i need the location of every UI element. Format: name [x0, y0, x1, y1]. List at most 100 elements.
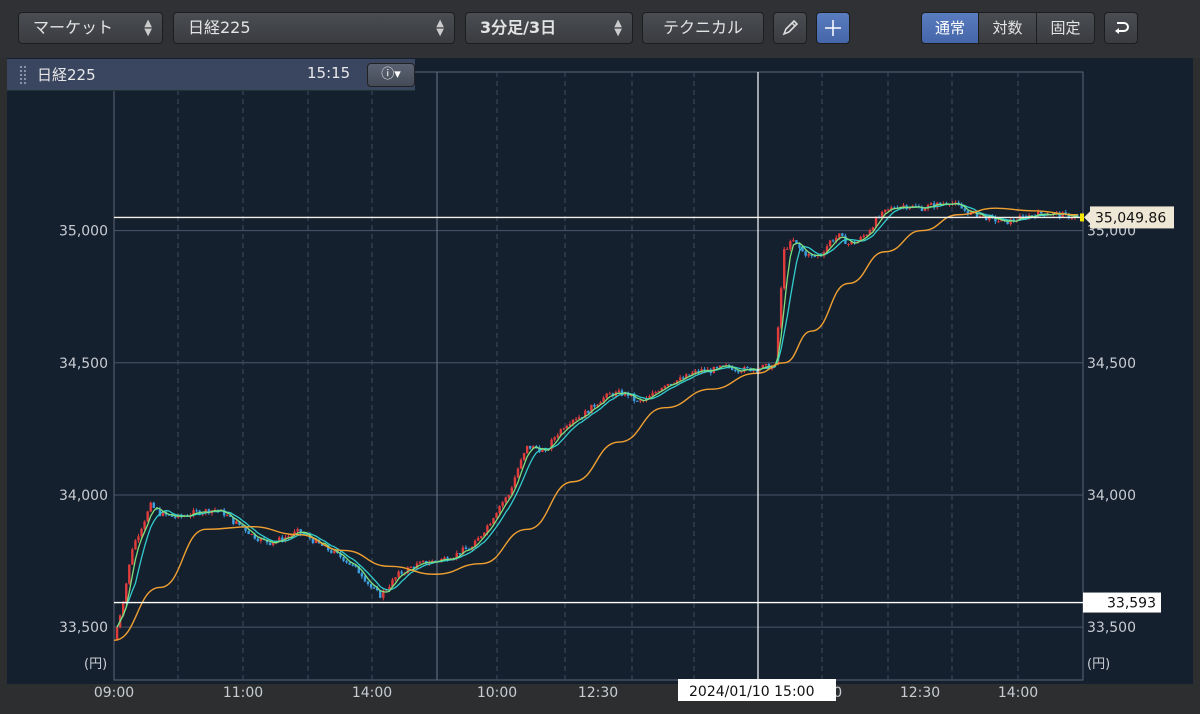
candle-body — [682, 377, 685, 379]
candle-body — [418, 562, 422, 564]
current-price-label: 35,049.86 — [1095, 210, 1166, 226]
y-tick-label: 34,500 — [59, 356, 108, 372]
technical-button-label: テクニカル — [662, 18, 743, 37]
plot-area — [113, 71, 1084, 681]
candle-body — [556, 435, 559, 438]
candle-body — [525, 445, 529, 454]
candle-body — [128, 564, 131, 584]
symbol-select-label: 日経225 — [188, 18, 251, 37]
candle-body — [115, 627, 119, 641]
scale-fixed-button[interactable]: 固定 — [1036, 12, 1095, 44]
x-tick-label: 14:00 — [998, 685, 1038, 701]
candle-body — [734, 369, 737, 371]
candle-body — [813, 255, 817, 257]
candle-body — [372, 587, 376, 589]
candle-body — [587, 410, 590, 414]
technical-button[interactable]: テクニカル — [642, 12, 764, 44]
candle-body — [792, 240, 795, 242]
current-price-badge: 35,049.86 — [1080, 206, 1174, 229]
candle-body — [929, 203, 933, 206]
candle-body — [342, 557, 345, 561]
candle-body — [841, 233, 844, 236]
info-symbol: 日経225 — [37, 66, 96, 84]
candle-body — [688, 374, 691, 376]
candle-body — [923, 208, 927, 211]
crosshair-icon — [825, 20, 841, 36]
candle-body — [476, 537, 480, 541]
candle-body — [831, 240, 835, 242]
candle-body — [464, 547, 468, 550]
candle-body — [516, 468, 520, 478]
interval-select[interactable]: 3分足/3日 ▲ ▼ — [465, 12, 633, 44]
candle-body — [608, 393, 611, 395]
candle-body — [553, 437, 556, 440]
market-select[interactable]: マーケット ▲ ▼ — [18, 12, 163, 44]
candle-body — [366, 581, 370, 584]
candle-body — [963, 208, 966, 211]
scale-fixed-label: 固定 — [1050, 19, 1081, 37]
info-button[interactable]: ⓘ▾ — [367, 63, 415, 87]
drag-handle-icon[interactable] — [19, 65, 27, 85]
candle-body — [1021, 215, 1025, 217]
candle-body — [828, 240, 832, 247]
candle-body — [489, 523, 492, 526]
chart-area[interactable]: 33,500 34,000 34,500 35,000 33,500 34,000 34,… — [0, 58, 1200, 714]
candle-body — [443, 557, 446, 559]
candle-body — [847, 243, 850, 245]
undo-button[interactable] — [1104, 12, 1138, 44]
candle-body — [577, 417, 581, 419]
candle-body — [639, 400, 642, 402]
candle-body — [666, 383, 670, 386]
y-tick-label: 33,500 — [1087, 620, 1136, 636]
candle-body — [562, 428, 566, 430]
candle-body — [498, 506, 501, 514]
candle-body — [783, 249, 786, 289]
candle-body — [149, 502, 152, 512]
candle-body — [617, 390, 621, 393]
candle-body — [480, 536, 483, 538]
symbol-select[interactable]: 日経225 ▲ ▼ — [173, 12, 455, 44]
candle-body — [409, 567, 413, 569]
candle-body — [247, 530, 250, 535]
candle-body — [143, 521, 146, 529]
scale-normal-button[interactable]: 通常 — [921, 12, 979, 44]
candle-body — [421, 560, 425, 563]
toolbar: マーケット ▲ ▼ 日経225 ▲ ▼ 3分足/3日 ▲ ▼ テクニカル 通常 対数 … — [0, 0, 1200, 58]
candle-body — [522, 453, 526, 460]
candle-body — [400, 571, 403, 574]
candle-body — [345, 560, 348, 563]
x-tick-label: 14:00 — [352, 685, 392, 701]
crosshair-time-badge: 2024/01/10 15:00 — [678, 679, 836, 701]
y-tick-label: 34,500 — [1087, 356, 1136, 372]
candle-body — [256, 538, 260, 541]
x-tick-label: 10:00 — [477, 685, 517, 701]
y-tick-label: 33,500 — [59, 620, 108, 636]
crosshair-price-badge: 33,593 — [1083, 592, 1161, 613]
candle-body — [131, 549, 134, 565]
candle-body — [501, 502, 504, 507]
candle-body — [663, 385, 667, 389]
candle-body — [779, 288, 783, 328]
x-tick-label: 11:00 — [223, 685, 263, 701]
candle-body — [348, 562, 351, 565]
candle-body — [593, 404, 596, 407]
updown-chevron-icon: ▲ ▼ — [144, 18, 152, 38]
scale-log-button[interactable]: 対数 — [978, 12, 1037, 44]
crosshair-price-label: 33,593 — [1107, 596, 1156, 612]
scale-normal-label: 通常 — [934, 19, 965, 37]
candle-body — [360, 573, 364, 577]
candle-body — [195, 510, 198, 512]
candle-body — [678, 377, 682, 381]
candle-body — [235, 521, 238, 524]
y-tick-label: 34,000 — [59, 488, 108, 504]
candle-body — [174, 516, 177, 518]
candle-body — [887, 209, 890, 211]
candle-body — [458, 553, 462, 555]
updown-chevron-icon: ▲ ▼ — [436, 18, 444, 38]
candle-body — [654, 392, 657, 394]
crosshair-button[interactable] — [816, 12, 850, 44]
draw-tool-button[interactable] — [773, 12, 807, 44]
candle-body — [369, 583, 373, 588]
candle-body — [137, 536, 140, 541]
candle-body — [363, 576, 367, 582]
